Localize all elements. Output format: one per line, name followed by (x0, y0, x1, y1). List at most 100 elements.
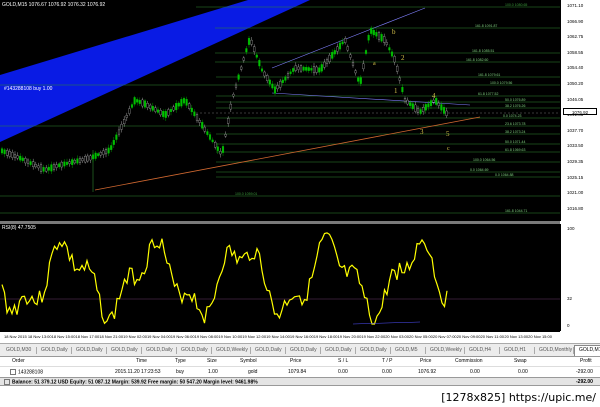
candle-body (258, 59, 261, 67)
row-swap: 0.00 (518, 369, 528, 375)
col-swap[interactable]: Swap (514, 358, 527, 364)
candle-body (424, 104, 427, 111)
col-time[interactable]: Time (136, 358, 147, 364)
candle-body (390, 51, 394, 57)
chart-tab[interactable]: GOLD,Daily (37, 346, 72, 355)
time-axis-label: 20 Nov 05:00 (409, 334, 433, 339)
chart-tab[interactable]: GOLD,M30 (2, 346, 37, 355)
rsi-indicator-panel[interactable]: RSI(8) 47.7505 (0, 224, 560, 331)
candle-body (172, 106, 175, 111)
price-axis-label: 1058.55 (567, 49, 584, 55)
fib-label: 100.0 1079.56 (490, 81, 512, 85)
wave-label-1: 1 (394, 87, 398, 95)
candle-body (224, 134, 227, 137)
row-type: buy (176, 369, 185, 375)
candle-body (39, 164, 43, 172)
candle-body (359, 77, 362, 84)
candle-body (227, 118, 230, 124)
col-symbol[interactable]: Symbol (240, 358, 257, 364)
price-chart-canvas: 100.0 1080.65 161.8 1091.87 161.8 1085.51 1… (0, 0, 560, 214)
candle-body (294, 65, 297, 71)
chart-tab[interactable]: GOLD,Daily (321, 346, 356, 355)
chart-tab[interactable]: GOLD,Weekly (212, 346, 251, 355)
chart-tab[interactable]: GOLD,H1 (500, 346, 535, 355)
col-price[interactable]: Price (290, 358, 301, 364)
chart-tab[interactable]: GOLD,Daily (142, 346, 177, 355)
candle-body (19, 155, 22, 161)
candle-body (271, 83, 274, 89)
time-axis-label: 20 Nov 11:00 (480, 334, 505, 339)
candle-body (409, 102, 412, 106)
candle-body (312, 65, 316, 74)
col-size[interactable]: Size (207, 358, 217, 364)
candle-body (185, 99, 188, 106)
row-symbol: gold (248, 369, 258, 375)
row-profit: -292.00 (576, 369, 593, 375)
candle-body (338, 42, 342, 50)
col-sl[interactable]: S / L (338, 358, 348, 364)
col-tp[interactable]: T / P (382, 358, 392, 364)
col-profit[interactable]: Profit (580, 358, 592, 364)
chart-tab[interactable]: GOLD,H4 (465, 346, 500, 355)
candle-body (383, 36, 386, 43)
row-price: 1079.84 (288, 369, 307, 375)
candle-body (253, 46, 256, 52)
time-axis-label: 19 Nov 02:00 (123, 334, 147, 339)
chart-tab[interactable]: GOLD,Monthly (535, 346, 574, 355)
candle-body (445, 110, 448, 116)
rsi-canvas (0, 232, 560, 325)
fib-label: 161.8 1079.61 (478, 73, 500, 77)
chart-tab[interactable]: GOLD,Daily (286, 346, 321, 355)
candle-body (279, 80, 282, 88)
chart-tab[interactable]: GOLD,Daily (251, 346, 286, 355)
rsi-axis-mid: 32 (567, 296, 573, 301)
col-commission[interactable]: Commission (455, 358, 483, 364)
candle-body (214, 142, 217, 148)
candle-body (245, 48, 248, 53)
candle-body (190, 107, 193, 113)
time-axis-label: 18 Nov 21:00 (99, 334, 124, 339)
col-type[interactable]: Type (175, 358, 186, 364)
candle-body (307, 67, 310, 71)
candle-body (393, 56, 396, 63)
candle-body (151, 105, 154, 111)
chart-tab[interactable]: GOLD,Daily (356, 346, 391, 355)
candle-body (78, 157, 82, 163)
row-time: 2015.11.20 17:23:53 (115, 369, 161, 375)
candle-body (175, 103, 178, 111)
candle-body (81, 158, 84, 162)
chart-tab[interactable]: GOLD,Daily (72, 346, 107, 355)
order-icon (10, 369, 16, 375)
price-chart[interactable]: 100.0 1080.65 161.8 1091.87 161.8 1085.51 1… (0, 0, 560, 221)
fib-label: 0.0 1064.88 (495, 173, 514, 177)
rsi-axis-bottom: 0 (567, 323, 570, 328)
chart-tab[interactable]: GOLD,M5 (391, 346, 426, 355)
fib-label: 161.8 1085.51 (472, 49, 494, 53)
col-order[interactable]: Order (12, 358, 25, 364)
chart-tab[interactable]: GOLD,Daily (177, 346, 212, 355)
candle-body (442, 107, 446, 114)
candle-body (60, 161, 63, 168)
candle-body (419, 109, 422, 114)
candle-body (351, 62, 355, 66)
time-axis-label: 19 Nov 16:00 (289, 334, 314, 339)
wave-label-b: b (392, 28, 396, 36)
chart-tab[interactable]: GOLD,M15 (574, 345, 600, 356)
candle-body (141, 99, 144, 107)
candle-body (247, 38, 251, 45)
candle-body (416, 108, 420, 113)
fib-label: 100.0 1064.56 (473, 158, 495, 162)
chart-tab[interactable]: GOLD,Daily (107, 346, 142, 355)
row-order: 143288108 (10, 369, 43, 375)
time-axis-label: 18 Nov 2015 (4, 334, 27, 339)
candle-body (229, 103, 232, 110)
chart-tab[interactable]: GOLD,Weekly (426, 346, 465, 355)
candle-body (362, 63, 365, 70)
fib-label: 0.0 1064.69 (470, 168, 489, 172)
balance-value: Balance: 51 379.12 USD Equity: 51 087.12… (12, 379, 258, 386)
candle-body (388, 47, 391, 51)
col-price-current[interactable]: Price (420, 358, 431, 364)
balance-bar[interactable]: Balance: 51 379.12 USD Equity: 51 087.12… (0, 377, 600, 386)
wave-label-4: 4 (432, 92, 436, 100)
candle-body (97, 153, 100, 157)
